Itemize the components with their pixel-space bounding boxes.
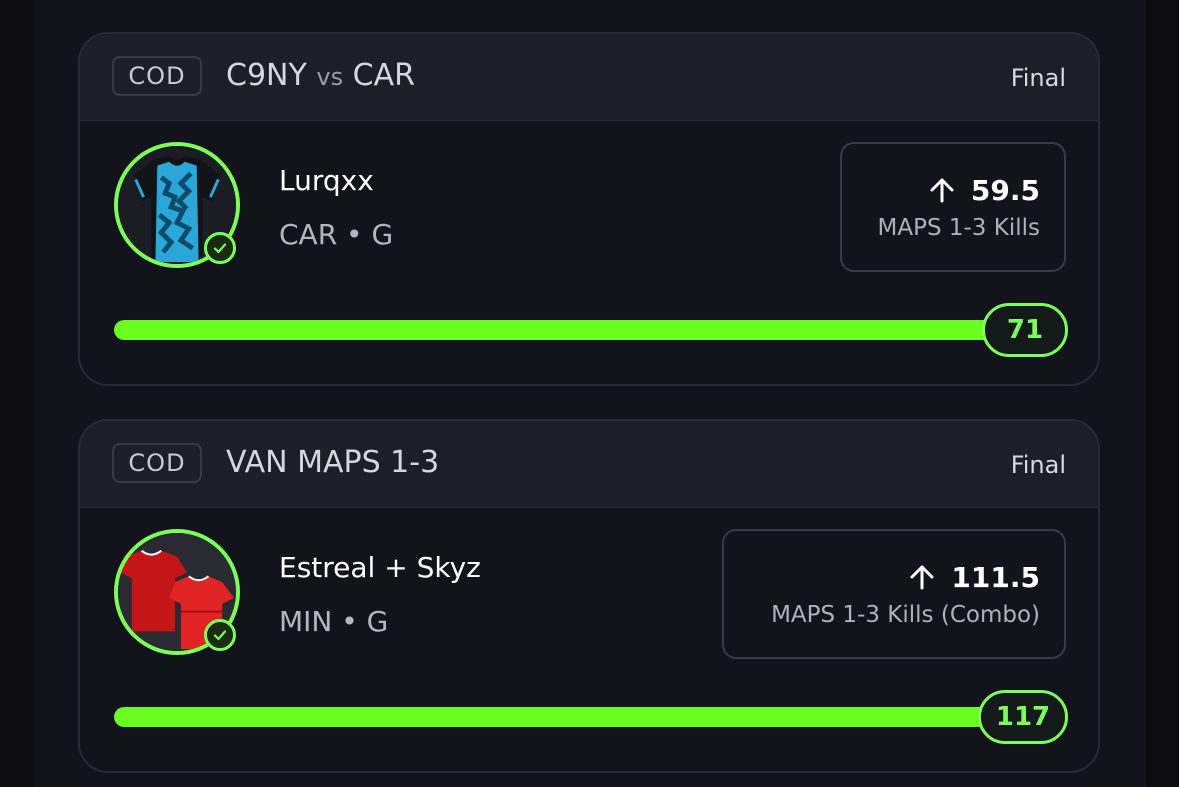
status-label: Final [1010,451,1066,479]
arrow-up-icon [909,564,935,590]
check-circle-icon [204,232,236,264]
player-name: Estreal + Skyz [279,551,481,584]
league-tag: COD [112,443,202,483]
card-header: COD C9NY vs CAR Final [80,34,1098,121]
status-label: Final [1010,64,1066,92]
progress-fill [114,707,1024,727]
check-circle-icon [204,619,236,651]
pick-card[interactable]: COD VAN MAPS 1-3 Final Estreal + Skyz MI… [78,419,1100,773]
stat-line-box: 111.5 MAPS 1-3 Kills (Combo) [722,529,1066,659]
stat-line-box: 59.5 MAPS 1-3 Kills [840,142,1066,272]
stat-line-value: 111.5 [951,560,1040,594]
result-value: 71 [982,303,1068,357]
progress-bar [114,707,1024,727]
result-value: 117 [978,690,1068,744]
match-title: C9NY vs CAR [226,58,415,93]
progress-fill [114,320,1024,340]
stat-label: MAPS 1-3 Kills [877,214,1040,241]
team-a: C9NY [226,58,307,93]
league-tag: COD [112,56,202,96]
pick-card[interactable]: COD C9NY vs CAR Final Lurqxx CAR • G 59.… [78,32,1100,386]
vs-label: vs [316,63,344,91]
stat-line-value: 59.5 [970,173,1040,207]
card-header: COD VAN MAPS 1-3 Final [80,421,1098,508]
player-team-position: MIN • G [279,605,389,638]
stat-label: MAPS 1-3 Kills (Combo) [771,601,1040,628]
player-team-position: CAR • G [279,218,394,251]
team-b: CAR [352,58,415,93]
match-title: VAN MAPS 1-3 [226,445,440,480]
progress-bar [114,320,1024,340]
arrow-up-icon [929,177,955,203]
player-name: Lurqxx [279,164,374,197]
